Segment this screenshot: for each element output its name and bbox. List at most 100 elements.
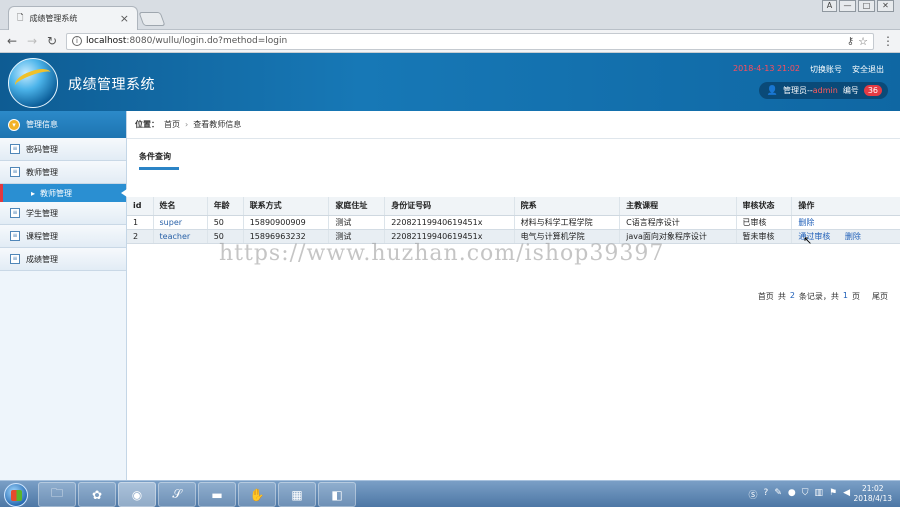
file-explorer-icon[interactable]: 🗀 [38,482,76,507]
sidebar: ▾ 管理信息 ≡ 密码管理 ≡ 教师管理 ▸ 教师管理 ≡ 学生管理 ≡ 课程管… [0,111,127,480]
close-window-button[interactable]: ✕ [877,0,894,12]
pager-total-records: 2 [789,291,795,300]
column-header: 家庭住址 [328,197,385,216]
page-icon: 🗋 [17,12,24,22]
cell-address: 测试 [328,215,385,230]
app-title: 成绩管理系统 [68,77,155,93]
sidebar-item-label: 课程管理 [26,231,58,241]
id-label: 编号 [842,86,859,95]
start-button[interactable] [4,483,28,507]
tray-pen-icon[interactable]: ✎ [774,488,782,501]
teacher-table: id 姓名 年龄 联系方式 家庭住址 身份证号码 院系 主教课程 审核状态 操作… [127,197,900,244]
back-arrow-icon[interactable]: ← [6,34,18,48]
breadcrumb-current: 查看教师信息 [193,120,242,129]
url-input[interactable]: i localhost:8080/wullu/login.do?method=l… [66,32,874,50]
delete-link[interactable]: 删除 [798,218,814,227]
app-icon-thumb[interactable]: ✋ [238,482,276,507]
mouse-cursor-icon: ↖ [803,234,813,247]
reload-icon[interactable]: ↻ [46,34,58,48]
column-header: 联系方式 [242,197,329,216]
sidebar-item-courses[interactable]: ≡ 课程管理 [0,225,126,248]
sidebar-item-label: 成绩管理 [26,254,58,264]
tray-penguin-icon[interactable]: ● [788,488,796,501]
sidebar-item-students[interactable]: ≡ 学生管理 [0,202,126,225]
list-icon: ≡ [10,231,20,241]
tab-condition-query[interactable]: 条件查询 [139,151,179,170]
cell-status: 已审核 [735,215,792,230]
chevron-right-icon: › [185,120,189,129]
column-header: 审核状态 [735,197,792,216]
cell-name: teacher [152,229,208,244]
sidebar-item-grades[interactable]: ≡ 成绩管理 [0,248,126,271]
forward-arrow-icon[interactable]: → [26,34,38,48]
logout-link[interactable]: 安全退出 [852,64,884,75]
pager-total-pages: 1 [842,291,848,300]
sidebar-item-label: 密码管理 [26,144,58,154]
cell-idcard: 220821199406194​51x [384,215,515,230]
tray-flag-icon[interactable]: ⚑ [829,488,837,501]
tab-bar: 条件查询 [139,151,179,170]
watermark: https://www.huzhan.com/ishop39397 [219,241,665,266]
last-page-link[interactable]: 尾页 [872,291,888,302]
user-name: admin [812,86,838,95]
cell-idcard: 220821199406194​51x [384,229,515,244]
minimize-button[interactable]: — [839,0,856,12]
new-tab-button[interactable] [138,12,166,26]
app-header: 成绩管理系统 2018-4-13 21:02 切换账号 安全退出 👤 管理员--… [0,53,900,111]
key-icon[interactable]: ⚷ [847,36,854,47]
column-header: 操作 [791,197,900,216]
bookmark-star-icon[interactable]: ☆ [858,35,868,48]
menu-dots-icon[interactable]: ⋮ [882,34,894,48]
tab-title: 成绩管理系统 [29,14,78,23]
cell-phone: 15890900909 [242,215,329,230]
tray-shield-icon[interactable]: ⛉ [802,488,809,501]
list-icon: ≡ [10,208,20,218]
tray-s-icon[interactable]: Ⓢ [749,488,758,501]
header-links: 2018-4-13 21:02 切换账号 安全退出 [733,64,884,75]
switch-account-link[interactable]: 切换账号 [810,64,842,75]
cell-course: C语言程序设计 [619,215,737,230]
window-controls: A — □ ✕ [822,0,894,12]
table-row: 2 teacher 50 15896963232 测试 220821199406… [127,229,900,244]
table-header-row: id 姓名 年龄 联系方式 家庭住址 身份证号码 院系 主教课程 审核状态 操作 [127,197,900,216]
sidebar-item-label: 学生管理 [26,208,58,218]
app-icon-s[interactable]: 𝒮 [158,482,196,507]
info-icon[interactable]: i [72,36,82,46]
tray-help-icon[interactable]: ? [764,488,769,501]
user-info-pill: 👤 管理员--admin 编号 36 [758,82,888,99]
first-page-link[interactable]: 首页 [758,291,774,302]
triangle-right-icon: ▸ [31,188,36,198]
tray-volume-icon[interactable]: ◀ [843,488,850,501]
tray-network-icon[interactable]: ▥ [814,488,823,501]
sidebar-header[interactable]: ▾ 管理信息 [0,111,126,138]
taskbar-clock[interactable]: 21:02 2018/4/13 [854,484,892,504]
cell-address: 测试 [328,229,385,244]
chrome-icon[interactable]: ◉ [118,482,156,507]
taskbar-apps: 🗀 ✿ ◉ 𝒮 ▬ ✋ ▦ ◧ [38,482,356,507]
user-role: 管理员--admin [782,86,838,95]
cell-phone: 15896963232 [242,229,329,244]
browser-tab[interactable]: 🗋 成绩管理系统 × [8,6,138,30]
address-bar: ← → ↻ i localhost:8080/wullu/login.do?me… [0,30,900,53]
app-icon-yellow[interactable]: ✿ [78,482,116,507]
delete-link[interactable]: 删除 [845,232,861,241]
pager-total-suffix: 条记录，共 [798,292,839,301]
breadcrumb: 位置： 首页 › 查看教师信息 [127,111,900,139]
clock-time: 21:02 [861,484,884,493]
image-viewer-icon[interactable]: ▦ [278,482,316,507]
close-tab-icon[interactable]: × [120,13,129,24]
breadcrumb-home[interactable]: 首页 [164,119,180,130]
column-header: 年龄 [206,197,244,216]
terminal-icon[interactable]: ▬ [198,482,236,507]
app-icon-window[interactable]: ◧ [318,482,356,507]
sidebar-item-teachers[interactable]: ≡ 教师管理 [0,161,126,184]
user-icon[interactable]: A [822,0,837,12]
column-header: 姓名 [152,197,208,216]
sidebar-subitem-teacher-manage[interactable]: ▸ 教师管理 [0,184,127,202]
browser-tabstrip: 🗋 成绩管理系统 × A — □ ✕ [0,0,900,30]
maximize-button[interactable]: □ [858,0,875,12]
column-header: 身份证号码 [384,197,515,216]
list-icon: ≡ [10,144,20,154]
sidebar-item-password[interactable]: ≡ 密码管理 [0,138,126,161]
sidebar-title: 管理信息 [26,120,58,129]
